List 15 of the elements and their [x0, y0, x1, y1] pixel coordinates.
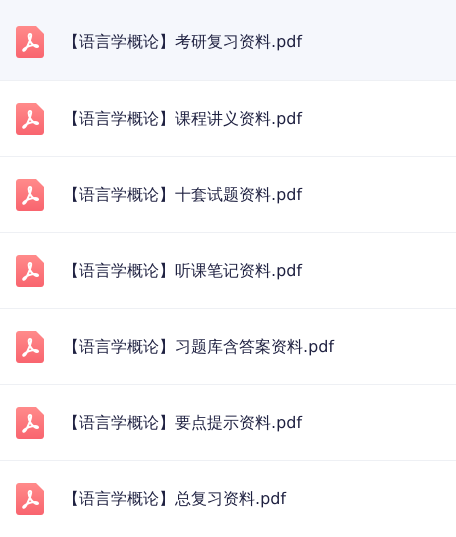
pdf-file-icon [16, 406, 44, 438]
file-name: 【语言学概论】考研复习资料.pdf [63, 31, 302, 53]
pdf-file-icon [16, 482, 44, 514]
file-name: 【语言学概论】课程讲义资料.pdf [63, 108, 302, 130]
file-name: 【语言学概论】听课笔记资料.pdf [63, 260, 302, 282]
file-name: 【语言学概论】习题库含答案资料.pdf [63, 336, 334, 358]
pdf-file-icon [16, 26, 44, 58]
file-row[interactable]: 【语言学概论】考研复习资料.pdf [0, 4, 456, 80]
pdf-file-icon [16, 254, 44, 286]
file-name: 【语言学概论】要点提示资料.pdf [63, 412, 302, 434]
pdf-file-icon [16, 102, 44, 134]
file-name: 【语言学概论】总复习资料.pdf [63, 488, 286, 510]
pdf-file-icon [16, 330, 44, 362]
file-name: 【语言学概论】十套试题资料.pdf [63, 184, 302, 206]
pdf-file-icon [16, 178, 44, 210]
